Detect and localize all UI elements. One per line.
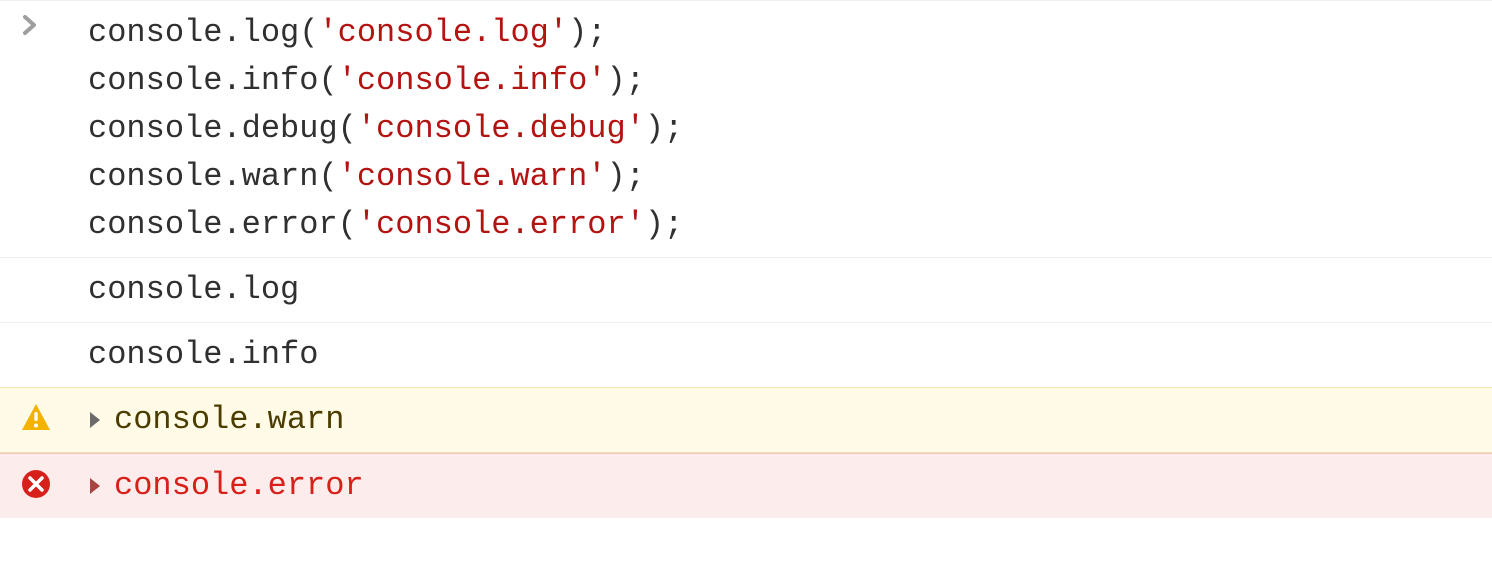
error-icon xyxy=(20,468,52,500)
warning-icon xyxy=(20,402,52,434)
info-text: console.info xyxy=(88,336,318,373)
console-output-log: console.log xyxy=(0,257,1492,322)
output-message-error: console.error xyxy=(88,460,1492,512)
output-message-log: console.log xyxy=(88,264,1492,316)
output-gutter-info xyxy=(0,329,88,333)
console-input-code[interactable]: console.log('console.log'); console.info… xyxy=(88,7,1492,251)
code-line-4: console.warn('console.warn'); xyxy=(88,153,1492,201)
console-output-warn[interactable]: console.warn xyxy=(0,387,1492,453)
code-line-5: console.error('console.error'); xyxy=(88,201,1492,249)
warn-text: console.warn xyxy=(114,396,344,444)
output-gutter-error xyxy=(0,460,88,500)
error-text: console.error xyxy=(114,462,364,510)
output-gutter-warn xyxy=(0,394,88,434)
expand-triangle-icon[interactable] xyxy=(88,476,102,496)
console-output-error[interactable]: console.error xyxy=(0,453,1492,518)
output-message-warn: console.warn xyxy=(88,394,1492,446)
code-line-1: console.log('console.log'); xyxy=(88,9,1492,57)
input-prompt-gutter xyxy=(0,7,88,39)
code-line-2: console.info('console.info'); xyxy=(88,57,1492,105)
output-message-info: console.info xyxy=(88,329,1492,381)
expand-triangle-icon[interactable] xyxy=(88,410,102,430)
log-text: console.log xyxy=(88,271,299,308)
code-line-3: console.debug('console.debug'); xyxy=(88,105,1492,153)
console-input-row[interactable]: console.log('console.log'); console.info… xyxy=(0,0,1492,257)
output-gutter-log xyxy=(0,264,88,268)
chevron-right-icon xyxy=(20,11,40,39)
console-output-info: console.info xyxy=(0,322,1492,387)
